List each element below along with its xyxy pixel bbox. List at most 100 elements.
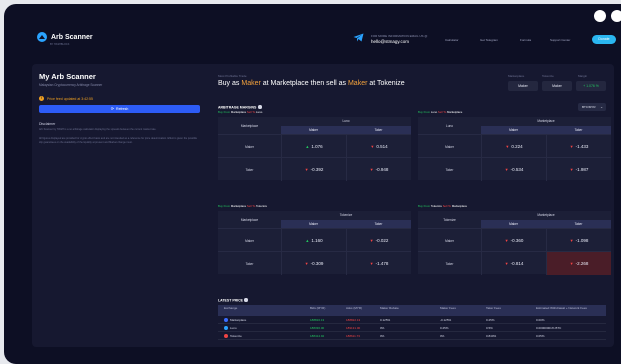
selector-label: Margin [578,74,588,78]
table-row: Maker ▼ 0.224 ▼ -1.433 [418,134,611,158]
table-group-header: Tokenize [339,213,353,217]
contact-email[interactable]: hello@stmagy.com [371,39,427,44]
table-header: Marketplace Tokenize Maker Taker [218,211,411,228]
route-part: Marketplace [230,204,247,208]
nav-formula[interactable]: Formula [520,38,531,42]
margin-value: -0.948 [375,167,389,172]
margin-table: Marketplace Luno Maker Taker Maker ▲ 1.076 ▼ 0.5… [218,117,411,181]
price-cell: 0% [440,334,445,338]
route-part: Marketplace [447,110,463,114]
exchange-label: Luno [230,326,237,330]
arrow-down-icon: ▼ [504,238,509,243]
column-header: Taker [346,126,411,134]
table-row: Maker ▼ -0.360 ▼ -1.098 [418,228,611,252]
exchange-name: Tokenize [224,332,242,340]
column-header: Estimated Withdrawal + Network Fees [536,306,587,310]
logo-icon [37,32,47,42]
opp-part: at Tokenize [367,80,405,87]
info-icon[interactable] [258,105,262,109]
margin-value: -0.534 [510,167,524,172]
arrow-down-icon: ▼ [504,167,509,172]
column-header: Taker Fees [486,306,501,310]
arrow-down-icon: ▼ [504,261,509,266]
route-label: Buy From Tokenize Sell To Marketplace [418,204,467,208]
row-label: Taker [445,261,454,266]
margin-cell: ▲ 1.076 [281,135,346,158]
margin-value: -1.987 [575,167,589,172]
brand-logo[interactable]: Arb Scanner [37,32,93,42]
route-part: Buy From [418,110,431,114]
nav-support[interactable]: Support Center [550,38,570,42]
refresh-button[interactable]: ⟳ Refresh [39,105,200,113]
disclaimer-text: Arb Scanner by HASH is a no arbitrage ca… [39,128,157,131]
route-part: Sell To [442,204,452,208]
route-part: Tokenize [430,204,443,208]
table-header: Tokenize Marketplace Maker Taker [418,211,611,228]
column-header: Asks (MYR) [346,306,362,310]
page-title: My Arb Scanner [39,72,96,81]
column-header: Maker [481,220,546,228]
arrow-down-icon: ▼ [370,144,375,149]
dot-icon[interactable] [611,10,621,22]
donate-button[interactable]: Donate [592,35,616,44]
info-icon[interactable] [244,298,248,302]
column-header: Maker [281,220,346,228]
exchange-name: Marketplace [224,316,246,324]
arrow-down-icon: ▼ [505,144,510,149]
disclaimer-title: Disclaimer [39,122,56,126]
exchange-logo-icon [224,334,228,339]
refresh-icon: ⟳ [110,106,115,111]
margin-cell: ▼ -0.948 [346,158,411,181]
route-part: Sell To [246,204,256,208]
margin-value: -0.309 [310,261,324,266]
margin-cell: ▼ -0.360 [481,229,546,252]
table-group-header: Marketplace [537,213,555,217]
price-cell: 188816.13 [310,318,325,322]
opportunity-text: Buy as Maker at Marketplace then sell as… [218,80,405,87]
table-row: Taker ▼ -0.392 ▼ -0.948 [218,157,411,181]
column-header: Maker Rebate [380,306,399,310]
route-label: Buy From Luno Sell To Marketplace [418,110,462,114]
scanner-panel: Most Profitable Trade Buy as Maker at Ma… [212,64,612,347]
price-cell: 188822.13 [346,318,361,322]
table-row: Tokenize 188414.92 188611.73 0% 0% 0.840% 0.05… [218,332,606,340]
route-label: Buy From Marketplace Sell To Luno [218,110,262,114]
tokenize-mode-select[interactable]: Maker [542,81,572,91]
update-status: ! Price feed updated at 3:42:55 [39,96,93,101]
nav-telegram[interactable]: Get Telegram [480,38,498,42]
latest-price-title-text: LATEST PRICE [218,298,244,303]
price-cell: -0.125% [440,318,452,322]
arrow-up-icon: ▲ [305,238,310,243]
margin-value: 1.076 [311,144,323,149]
arrow-down-icon: ▼ [369,261,374,266]
route-part: Buy From [218,204,231,208]
nav-calculator[interactable]: Calculator [445,38,459,42]
warning-icon: ! [39,96,44,101]
opportunity-label: Most Profitable Trade [218,74,247,78]
price-cell: 189131.00 [346,326,361,330]
margin-cell: ▼ -0.309 [281,252,346,275]
route-part: Marketplace [230,110,247,114]
marketplace-mode-select[interactable]: Maker [508,81,538,91]
dot-icon[interactable] [594,10,606,22]
pair-dropdown[interactable]: BTC/MYR ⌄ [578,103,606,111]
exchange-logo-icon [224,326,228,331]
route-part: Sell To [246,110,257,114]
opp-part: Maker [347,80,368,87]
column-header: Bids (MYR) [310,306,326,310]
price-cell: 0.840% [486,334,497,338]
app-window: Arb Scanner BY HASHBLOCK FOR MORE INFORM… [4,4,621,364]
column-header: Taker [346,220,411,228]
route-label: Buy From Marketplace Sell To Tokenize [218,204,267,208]
margin-value: -0.022 [375,238,389,243]
price-cell: 188336.00 [310,326,325,330]
table-row: Taker ▼ -0.814 ▼ -2.268 [418,251,611,275]
row-label: Maker [445,238,454,243]
opp-part: at Marketplace then sell as [260,80,348,87]
table-header: Exchange Bids (MYR) Asks (MYR) Maker Rebate… [218,305,606,316]
table-corner: Marketplace [240,217,259,222]
margin-cell: ▼ -0.534 [481,158,546,181]
window-dots [594,10,621,22]
table-row: Taker ▼ -0.534 ▼ -1.987 [418,157,611,181]
margin-cell: ▼ -2.268 [546,252,611,275]
